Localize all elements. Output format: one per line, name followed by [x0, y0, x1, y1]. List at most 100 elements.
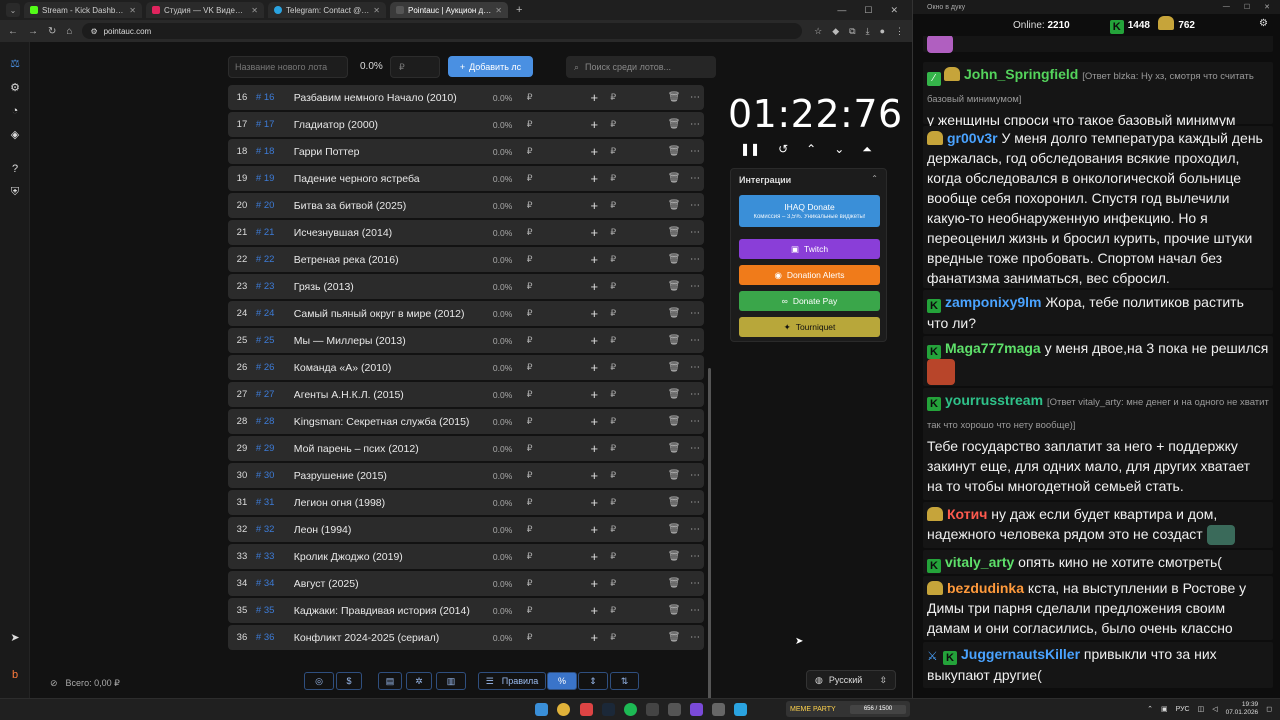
compact-toggle[interactable]: ⇕: [578, 672, 608, 690]
spotify-icon[interactable]: [624, 703, 637, 716]
delete-lot-icon[interactable]: 🗑: [662, 389, 686, 400]
wheel-icon[interactable]: ◔: [8, 104, 22, 118]
more-options-icon[interactable]: ⋯: [686, 470, 704, 481]
add-amount-input[interactable]: ₽: [610, 605, 662, 616]
lot-row[interactable]: 17 # 17 Гладиатор (2000) 0.0% ₽ + ₽ 🗑 ⋯: [228, 112, 704, 137]
close-tab-icon[interactable]: ✕: [129, 6, 136, 15]
add-amount-icon[interactable]: +: [590, 549, 610, 564]
meme-party-widget[interactable]: MEME PARTY 656 / 1500: [786, 701, 910, 717]
add-amount-input[interactable]: ₽: [610, 470, 662, 481]
chat-username[interactable]: bezdudinka: [947, 580, 1024, 596]
add-amount-icon[interactable]: +: [590, 387, 610, 402]
lot-id-link[interactable]: # 24: [256, 308, 294, 319]
add-lot-button[interactable]: + Добавить лс: [448, 56, 533, 77]
lot-row[interactable]: 23 # 23 Грязь (2013) 0.0% ₽ + ₽ 🗑 ⋯: [228, 274, 704, 299]
settings-icon[interactable]: ⚙: [8, 80, 22, 94]
start-icon[interactable]: [535, 703, 548, 716]
more-options-icon[interactable]: ⋯: [686, 227, 704, 238]
add-amount-input[interactable]: ₽: [610, 362, 662, 373]
lot-id-link[interactable]: # 26: [256, 362, 294, 373]
add-amount-icon[interactable]: +: [590, 360, 610, 375]
tab-vk[interactable]: Студия — VK Видео Live ✕: [146, 2, 264, 18]
more-options-icon[interactable]: ⋯: [686, 605, 704, 616]
shield-icon[interactable]: ⛨: [8, 185, 22, 199]
increase-time-icon[interactable]: ⌃: [806, 142, 816, 157]
delete-lot-icon[interactable]: 🗑: [662, 524, 686, 535]
add-amount-input[interactable]: ₽: [610, 281, 662, 292]
lot-search-input[interactable]: ⌕ Поиск среди лотов...: [566, 56, 716, 78]
add-amount-input[interactable]: ₽: [610, 146, 662, 157]
close-tab-icon[interactable]: ✕: [251, 6, 258, 15]
tab-kick[interactable]: Stream - Kick Dashboard ✕: [24, 2, 142, 18]
add-amount-icon[interactable]: +: [590, 90, 610, 105]
add-amount-input[interactable]: ₽: [610, 578, 662, 589]
lot-row[interactable]: 35 # 35 Каджаки: Правдивая история (2014) 0…: [228, 598, 704, 623]
more-options-icon[interactable]: ⋯: [686, 497, 704, 508]
lot-title[interactable]: Леон (1994): [294, 524, 493, 536]
more-options-icon[interactable]: ⋯: [686, 200, 704, 211]
lot-row[interactable]: 22 # 22 Ветреная река (2016) 0.0% ₽ + ₽ 🗑 ⋯: [228, 247, 704, 272]
chat-username[interactable]: Maga777maga: [945, 340, 1041, 356]
delete-lot-icon[interactable]: 🗑: [662, 362, 686, 373]
lot-row[interactable]: 34 # 34 Август (2025) 0.0% ₽ + ₽ 🗑 ⋯: [228, 571, 704, 596]
add-amount-input[interactable]: ₽: [610, 92, 662, 103]
lot-row[interactable]: 16 # 16 Разбавим немного Начало (2010) 0.0%…: [228, 85, 704, 110]
chat-username[interactable]: zamponixy9lm: [945, 294, 1041, 310]
lot-title[interactable]: Падение черного ястреба: [294, 173, 493, 185]
lot-title[interactable]: Мы — Миллеры (2013): [294, 335, 493, 347]
delete-lot-icon[interactable]: 🗑: [662, 416, 686, 427]
add-amount-icon[interactable]: +: [590, 576, 610, 591]
more-options-icon[interactable]: ⋯: [686, 443, 704, 454]
back-icon[interactable]: ←: [8, 26, 18, 37]
add-amount-input[interactable]: ₽: [610, 389, 662, 400]
telegram-icon[interactable]: ➤: [8, 630, 22, 644]
chrome-icon[interactable]: [557, 703, 570, 716]
bug-button[interactable]: ✲: [406, 672, 432, 690]
donate-button[interactable]: $: [336, 672, 362, 690]
lot-title[interactable]: Исчезнувшая (2014): [294, 227, 493, 239]
lot-title[interactable]: Агенты А.Н.К.Л. (2015): [294, 389, 493, 401]
url-field[interactable]: ⚙ pointauc.com: [82, 23, 803, 39]
lot-row[interactable]: 18 # 18 Гарри Поттер 0.0% ₽ + ₽ 🗑 ⋯: [228, 139, 704, 164]
lot-title[interactable]: Кролик Джоджо (2019): [294, 551, 493, 563]
delete-lot-icon[interactable]: 🗑: [662, 308, 686, 319]
download-icon[interactable]: ⤓: [866, 26, 870, 37]
lot-id-link[interactable]: # 25: [256, 335, 294, 346]
delete-lot-icon[interactable]: 🗑: [662, 578, 686, 589]
lot-row[interactable]: 19 # 19 Падение черного ястреба 0.0% ₽ + ₽ 🗑 ⋯: [228, 166, 704, 191]
lot-id-link[interactable]: # 18: [256, 146, 294, 157]
lot-id-link[interactable]: # 20: [256, 200, 294, 211]
steam-icon[interactable]: [602, 703, 615, 716]
add-amount-icon[interactable]: +: [590, 468, 610, 483]
lot-row[interactable]: 20 # 20 Битва за битвой (2025) 0.0% ₽ + ₽ 🗑 ⋯: [228, 193, 704, 218]
add-amount-input[interactable]: ₽: [610, 173, 662, 184]
clock[interactable]: 19:39 07.01.2026: [1226, 701, 1259, 717]
save-button[interactable]: ▤: [378, 672, 402, 690]
lot-id-link[interactable]: # 36: [256, 632, 294, 643]
boosty-icon[interactable]: b: [8, 668, 22, 682]
lot-title[interactable]: Гарри Поттер: [294, 146, 493, 158]
lot-title[interactable]: Август (2025): [294, 578, 493, 590]
chat-settings-icon[interactable]: ⚙: [1259, 18, 1268, 29]
add-amount-icon[interactable]: +: [590, 603, 610, 618]
sort-toggle[interactable]: ⇅: [610, 672, 639, 690]
lot-id-link[interactable]: # 35: [256, 605, 294, 616]
lot-title[interactable]: Ветреная река (2016): [294, 254, 493, 266]
chat-username[interactable]: JuggernautsKiller: [961, 646, 1080, 662]
close-window-icon[interactable]: ✕: [890, 5, 898, 16]
collapse-icon[interactable]: ⌃: [871, 174, 878, 183]
chat-username[interactable]: vitaly_arty: [945, 554, 1014, 570]
lot-id-link[interactable]: # 30: [256, 470, 294, 481]
tray-chevron-icon[interactable]: ⌃: [1147, 705, 1153, 713]
keyboard-language[interactable]: РУС: [1176, 706, 1190, 713]
tray-app-icon[interactable]: ▣: [1161, 705, 1168, 713]
lot-title[interactable]: Легион огня (1998): [294, 497, 493, 509]
pause-icon[interactable]: ❚❚: [740, 142, 760, 157]
add-amount-input[interactable]: ₽: [610, 551, 662, 562]
lot-row[interactable]: 24 # 24 Самый пьяный округ в мире (2012) 0.…: [228, 301, 704, 326]
add-amount-input[interactable]: ₽: [610, 335, 662, 346]
app-icon[interactable]: [690, 703, 703, 716]
close-tab-icon[interactable]: ✕: [373, 6, 380, 15]
add-amount-icon[interactable]: +: [590, 225, 610, 240]
add-amount-icon[interactable]: +: [590, 252, 610, 267]
